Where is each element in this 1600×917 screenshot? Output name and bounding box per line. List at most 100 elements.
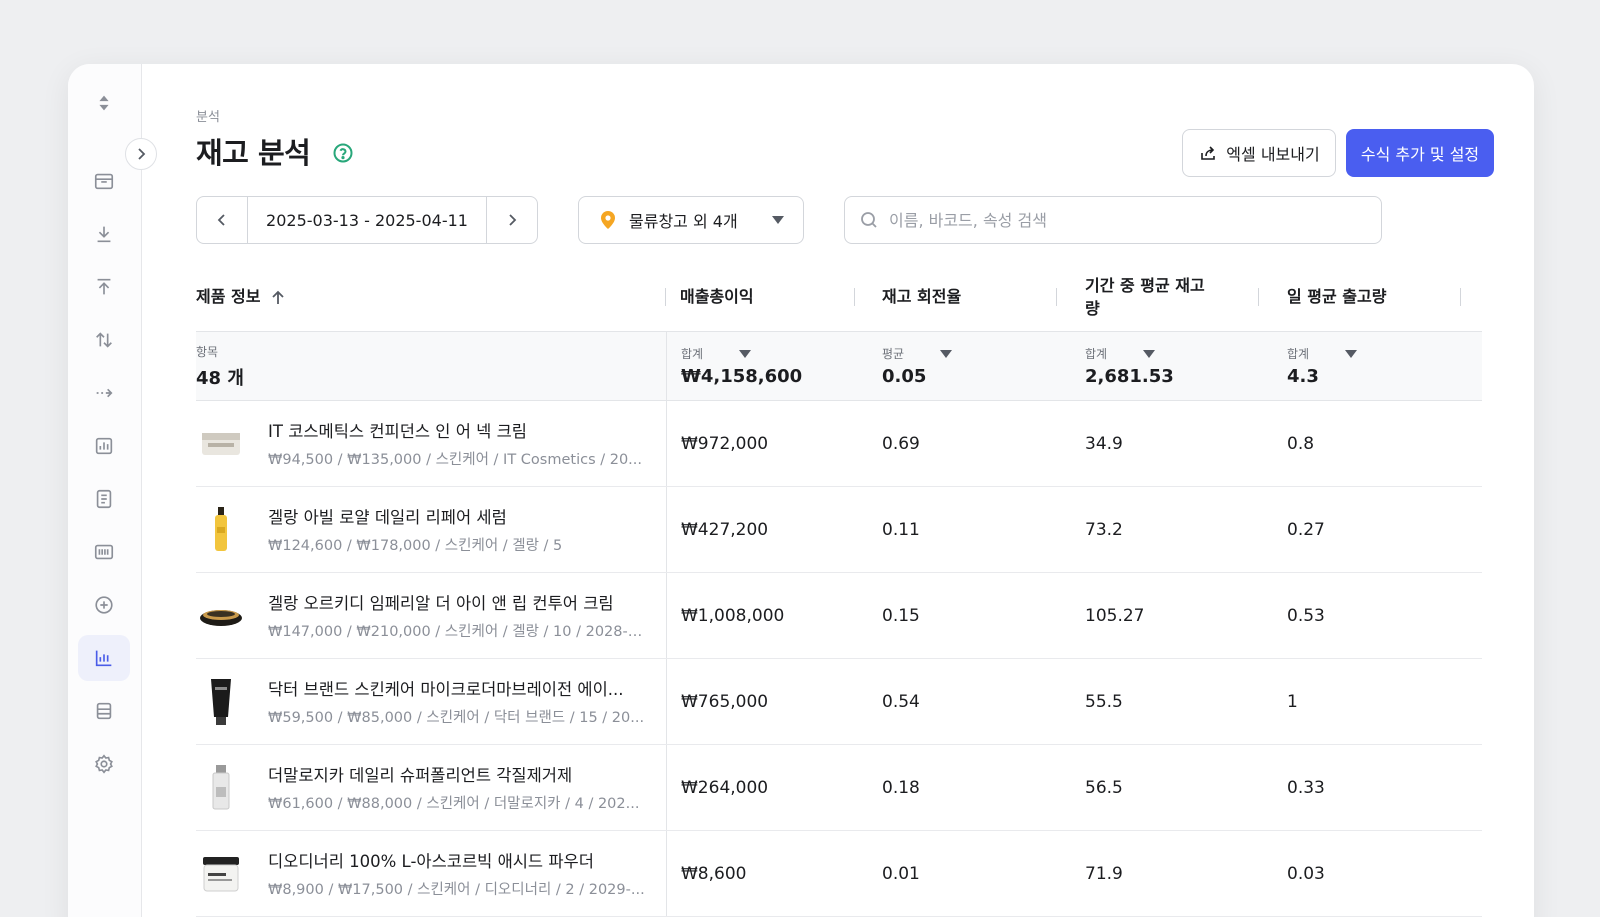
turnover-cell: 0.18 [882, 777, 920, 798]
table-row[interactable]: 겔랑 오르키디 임페리알 더 아이 앤 립 컨투어 크림 ₩147,000 / … [196, 573, 1482, 659]
sidebar-item-products[interactable] [78, 158, 130, 204]
product-image [196, 505, 246, 555]
profit-cell: ₩765,000 [666, 659, 855, 744]
sidebar-item-documents[interactable] [78, 476, 130, 522]
summary-value: 48 개 [196, 367, 244, 389]
turnover-cell: 0.15 [882, 605, 920, 626]
caret-down-icon[interactable] [1143, 349, 1156, 358]
product-name[interactable]: 닥터 브랜드 스킨케어 마이크로더마브레이전 에이... [268, 676, 648, 700]
turnover-cell: 0.69 [882, 433, 920, 454]
product-info: 디오디너리 100% L-아스코르빅 애시드 파우더 ₩8,900 / ₩17,… [268, 848, 648, 899]
product-info: 겔랑 아빌 로얄 데일리 리페어 세럼 ₩124,600 / ₩178,000 … [268, 504, 648, 555]
summary-label: 항목 [196, 344, 219, 359]
date-range-picker: 2025-03-13 - 2025-04-11 [196, 196, 538, 244]
product-meta: ₩147,000 / ₩210,000 / 스킨케어 / 겔랑 / 10 / 2… [268, 624, 648, 640]
summary-label: 합계 [1085, 347, 1108, 361]
column-header-label: 기간 중 평균 재고량 [1085, 276, 1205, 318]
column-header-daily-out[interactable]: 일 평균 출고량 [1259, 264, 1461, 331]
sidebar-item-outbound[interactable] [78, 264, 130, 310]
column-header-avg-stock[interactable]: 기간 중 평균 재고량 [1057, 264, 1259, 331]
product-image [196, 677, 246, 727]
sidebar-expand-button[interactable] [125, 138, 157, 170]
daily-out-cell: 1 [1287, 691, 1298, 712]
profit-cell: ₩972,000 [666, 401, 855, 486]
chevron-right-icon [509, 214, 517, 226]
product-meta: ₩59,500 / ₩85,000 / 스킨케어 / 닥터 브랜드 / 15 /… [268, 710, 645, 726]
summary-label: 합계 [1287, 347, 1310, 361]
workspace-switcher-icon[interactable] [78, 80, 130, 126]
product-name[interactable]: 겔랑 아빌 로얄 데일리 리페어 세럼 [268, 504, 648, 528]
column-header-label: 매출총이익 [680, 287, 754, 307]
column-header-product[interactable]: 제품 정보 [196, 264, 666, 331]
column-header-label: 제품 정보 [196, 287, 261, 307]
sidebar [68, 64, 142, 917]
product-name[interactable]: 디오디너리 100% L-아스코르빅 애시드 파우더 [268, 848, 648, 872]
sidebar-item-adjust[interactable] [78, 317, 130, 363]
turnover-cell: 0.54 [882, 691, 920, 712]
arrow-up-icon[interactable] [268, 288, 288, 308]
chevron-left-icon [217, 214, 225, 226]
sidebar-item-history[interactable] [78, 423, 130, 469]
profit-cell: ₩427,200 [666, 487, 855, 572]
product-image [196, 763, 246, 813]
summary-label: 합계 [681, 347, 704, 361]
table-row[interactable]: 디오디너리 100% L-아스코르빅 애시드 파우더 ₩8,900 / ₩17,… [196, 831, 1482, 917]
formula-settings-button[interactable]: 수식 추가 및 설정 [1346, 129, 1494, 177]
turnover-cell: 0.01 [882, 863, 920, 884]
date-range-value[interactable]: 2025-03-13 - 2025-04-11 [247, 197, 487, 243]
table-row[interactable]: 닥터 브랜드 스킨케어 마이크로더마브레이전 에이... ₩59,500 / ₩… [196, 659, 1482, 745]
daily-out-cell: 0.27 [1287, 519, 1325, 540]
product-cell: 닥터 브랜드 스킨케어 마이크로더마브레이전 에이... ₩59,500 / ₩… [196, 659, 666, 744]
summary-value: 0.05 [882, 366, 927, 387]
warehouse-select[interactable]: 물류창고 외 4개 [578, 196, 804, 244]
caret-down-icon[interactable] [1345, 349, 1358, 358]
summary-label: 평균 [882, 347, 905, 361]
caret-down-icon[interactable] [940, 349, 953, 358]
sidebar-item-settings[interactable] [78, 741, 130, 787]
daily-out-cell: 0.8 [1287, 433, 1315, 454]
caret-down-icon[interactable] [739, 349, 752, 358]
avg-stock-cell: 55.5 [1085, 691, 1123, 712]
table-row[interactable]: IT 코스메틱스 컨피던스 인 어 넥 크림 ₩94,500 / ₩135,00… [196, 401, 1482, 487]
sidebar-item-inbound[interactable] [78, 211, 130, 257]
excel-export-button[interactable]: 엑셀 내보내기 [1182, 129, 1336, 177]
product-meta: ₩94,500 / ₩135,000 / 스킨케어 / IT Cosmetics… [268, 452, 643, 468]
product-name[interactable]: 겔랑 오르키디 임페리알 더 아이 앤 립 컨투어 크림 [268, 590, 648, 614]
inventory-table: 제품 정보 매출총이익 재고 회전율 기간 중 평균 재고량 일 평균 출고량 … [196, 264, 1482, 917]
table-row[interactable]: 겔랑 아빌 로얄 데일리 리페어 세럼 ₩124,600 / ₩178,000 … [196, 487, 1482, 573]
excel-export-label: 엑셀 내보내기 [1226, 145, 1320, 164]
date-prev-button[interactable] [197, 197, 247, 243]
sidebar-item-analytics[interactable] [78, 635, 130, 681]
avg-stock-cell: 73.2 [1085, 519, 1123, 540]
product-name[interactable]: IT 코스메틱스 컨피던스 인 어 넥 크림 [268, 418, 648, 442]
date-next-button[interactable] [487, 197, 537, 243]
sidebar-item-database[interactable] [78, 688, 130, 734]
caret-down-icon [772, 216, 784, 224]
column-header-profit[interactable]: 매출총이익 [666, 264, 855, 331]
summary-row: 항목 48 개 합계 ₩4,158,600 평균 0.05 합계 2,681.5… [196, 332, 1482, 401]
sidebar-item-add[interactable] [78, 582, 130, 628]
summary-value: 4.3 [1287, 366, 1319, 387]
warehouse-select-value: 물류창고 외 4개 [629, 212, 738, 231]
search-icon [861, 212, 877, 228]
column-divider[interactable] [1460, 288, 1461, 306]
summary-value: 2,681.53 [1085, 366, 1174, 387]
product-meta: ₩124,600 / ₩178,000 / 스킨케어 / 겔랑 / 5 [268, 538, 563, 554]
sidebar-item-barcode[interactable] [78, 529, 130, 575]
table-row[interactable]: 더말로지카 데일리 슈퍼폴리언트 각질제거제 ₩61,600 / ₩88,000… [196, 745, 1482, 831]
product-cell: 더말로지카 데일리 슈퍼폴리언트 각질제거제 ₩61,600 / ₩88,000… [196, 745, 666, 830]
summary-turnover: 평균 0.05 [855, 332, 1057, 400]
sidebar-item-transfer[interactable] [78, 370, 130, 416]
avg-stock-cell: 56.5 [1085, 777, 1123, 798]
search-input[interactable] [889, 210, 1367, 230]
avg-stock-cell: 105.27 [1085, 605, 1145, 626]
column-header-turnover[interactable]: 재고 회전율 [855, 264, 1057, 331]
page-title: 재고 분석 [196, 136, 311, 170]
help-icon[interactable] [332, 142, 354, 164]
profit-cell: ₩264,000 [666, 745, 855, 830]
avg-stock-cell: 71.9 [1085, 863, 1123, 884]
product-image [196, 419, 246, 469]
breadcrumb[interactable]: 분석 [196, 106, 220, 125]
product-cell: 디오디너리 100% L-아스코르빅 애시드 파우더 ₩8,900 / ₩17,… [196, 831, 666, 916]
product-name[interactable]: 더말로지카 데일리 슈퍼폴리언트 각질제거제 [268, 762, 648, 786]
